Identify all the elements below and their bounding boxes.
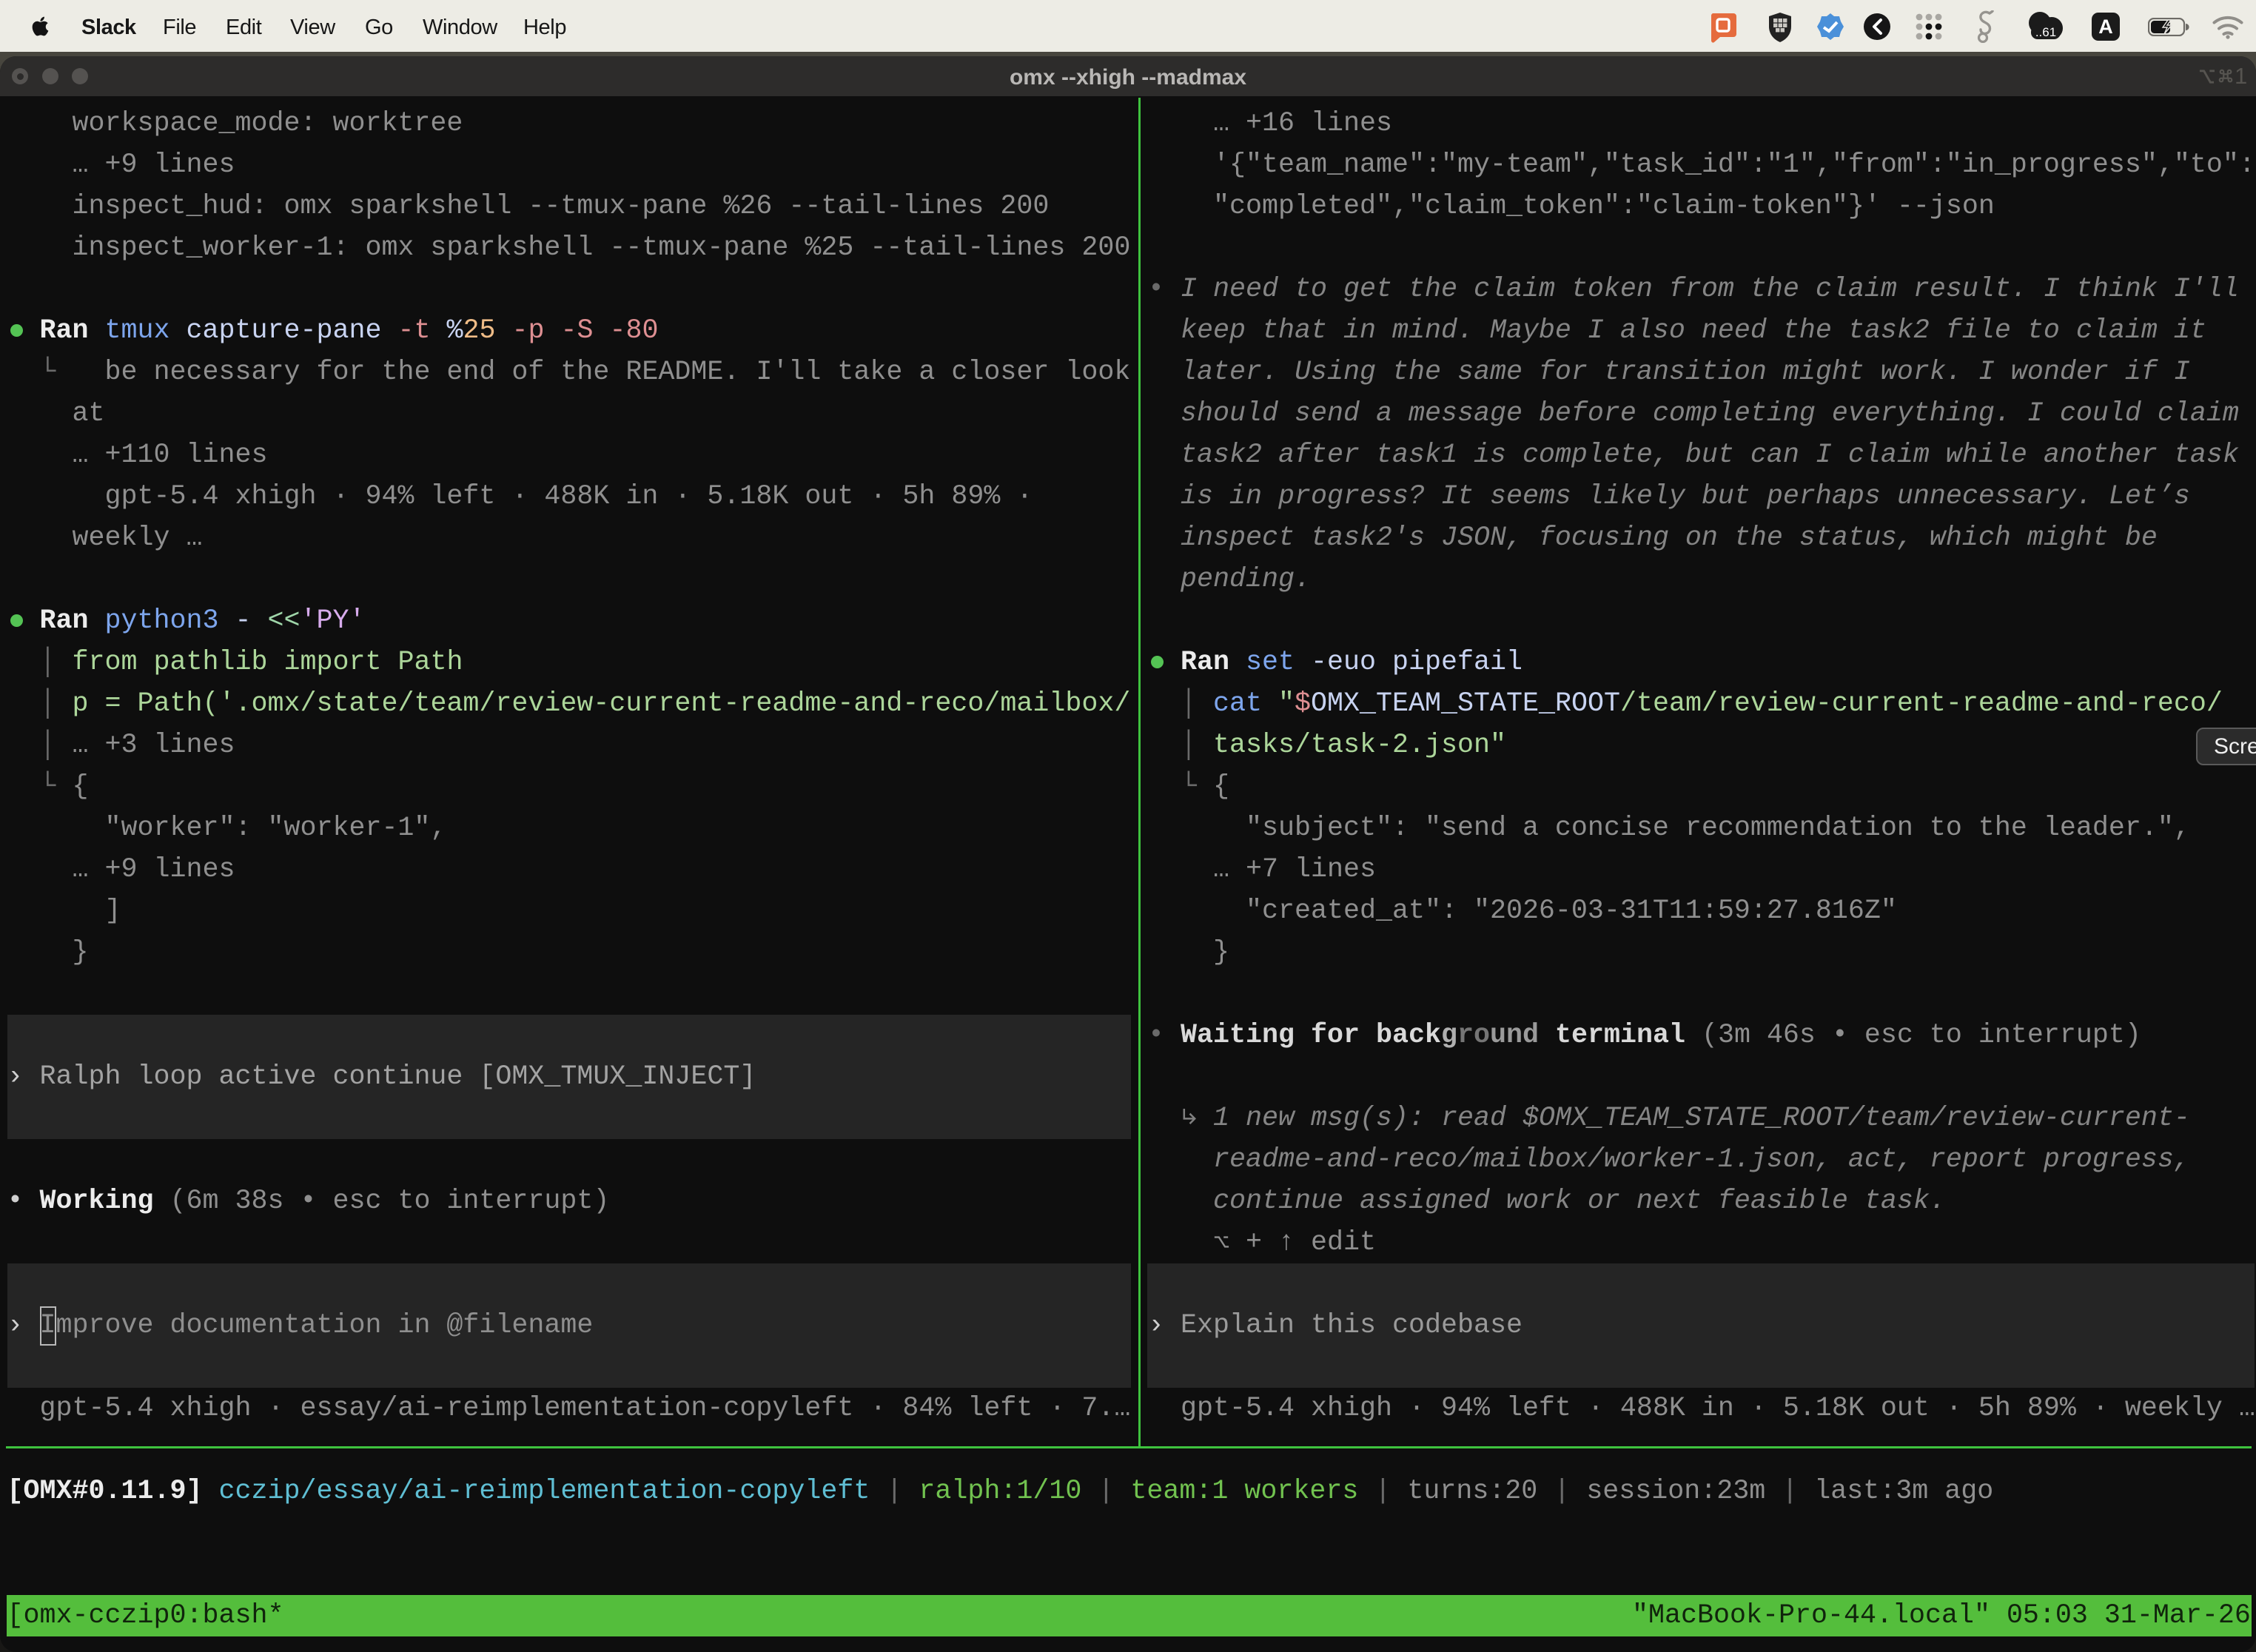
svg-text:..61: ..61 [2035,25,2056,39]
